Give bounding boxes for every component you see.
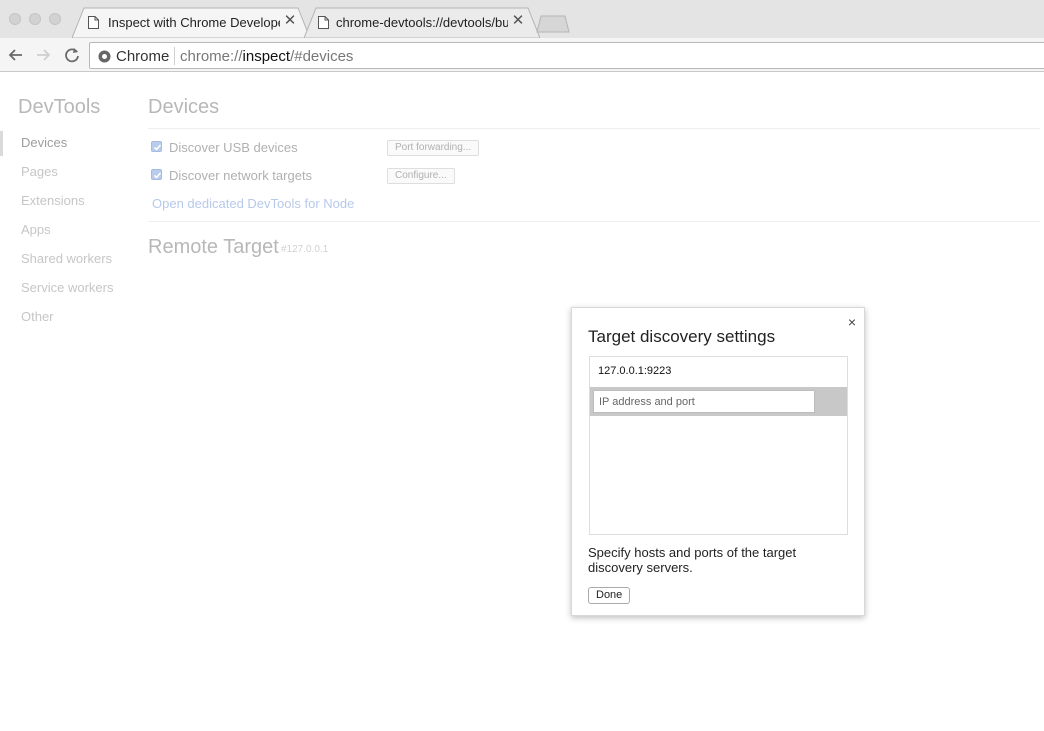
tab-close-icon[interactable]: ✕ — [282, 13, 298, 29]
help-text: Specify hosts and ports of the target di… — [588, 545, 797, 575]
node-devtools-link[interactable]: Open dedicated DevTools for Node — [152, 196, 354, 211]
target-list: 127.0.0.1:9223 — [589, 356, 848, 535]
page-title: Devices — [148, 96, 220, 118]
target-discovery-dialog: × Target discovery settings 127.0.0.1:92… — [571, 307, 865, 616]
toolbar: Chrome chrome://inspect/#devices — [0, 38, 1044, 72]
list-item[interactable]: 127.0.0.1:9223 — [598, 365, 671, 377]
url-path: /#devices — [290, 48, 354, 65]
sidebar-active-indicator — [0, 131, 3, 156]
sidebar-item-service-workers[interactable]: Service workers — [21, 280, 113, 295]
close-icon[interactable]: × — [845, 314, 859, 330]
omnibox[interactable]: Chrome chrome://inspect/#devices — [89, 42, 1044, 69]
url-host: inspect — [242, 48, 291, 65]
done-button[interactable]: Done — [588, 587, 631, 604]
remote-target-title: Remote Target — [148, 236, 279, 258]
omnibox-divider — [174, 47, 175, 65]
tab-title: chrome-devtools://devtools/bundled/inspe… — [336, 15, 508, 30]
divider — [148, 128, 1040, 129]
sidebar-item-other[interactable]: Other — [21, 309, 54, 324]
new-target-row — [590, 387, 847, 416]
checkmark-icon — [153, 172, 162, 179]
omnibox-chip: Chrome — [116, 48, 170, 65]
divider — [148, 221, 1040, 222]
sidebar-item-extensions[interactable]: Extensions — [21, 193, 85, 208]
usb-discovery-label: Discover USB devices — [169, 140, 298, 155]
document-icon — [88, 16, 99, 29]
omnibox-url[interactable]: chrome://inspect/#devices — [180, 48, 353, 65]
dialog-title: Target discovery settings — [588, 327, 776, 346]
sidebar-item-devices[interactable]: Devices — [21, 135, 67, 150]
sidebar-item-apps[interactable]: Apps — [21, 222, 51, 237]
remote-target-address: #127.0.0.1 — [281, 244, 329, 255]
sidebar-item-pages[interactable]: Pages — [21, 164, 58, 179]
reload-icon[interactable] — [62, 45, 82, 65]
sidebar-item-shared-workers[interactable]: Shared workers — [21, 251, 112, 266]
url-scheme: chrome:// — [180, 48, 243, 65]
document-icon — [318, 16, 329, 29]
tab-title: Inspect with Chrome Developer Tools — [108, 15, 280, 30]
port-forwarding-button[interactable]: Port forwarding... — [387, 140, 480, 156]
usb-discovery-checkbox[interactable] — [151, 141, 162, 152]
new-tab-button[interactable] — [536, 15, 570, 33]
tab-strip: Inspect with Chrome Developer Tools ✕ ch… — [0, 0, 1044, 38]
sidebar-title: DevTools — [18, 96, 101, 118]
checkmark-icon — [153, 144, 162, 151]
forward-arrow-icon[interactable] — [33, 45, 53, 65]
tab-inspect[interactable]: Inspect with Chrome Developer Tools ✕ — [72, 7, 310, 38]
chrome-icon — [98, 50, 111, 63]
tab-close-icon[interactable]: ✕ — [510, 13, 526, 29]
window-minimize-button[interactable] — [29, 13, 41, 25]
configure-button[interactable]: Configure... — [387, 168, 455, 184]
tab-devtools[interactable]: chrome-devtools://devtools/bundled/inspe… — [304, 7, 540, 38]
back-arrow-icon[interactable] — [6, 45, 26, 65]
window-close-button[interactable] — [9, 13, 21, 25]
window-zoom-button[interactable] — [49, 13, 61, 25]
inspect-page: DevTools Devices Pages Extensions Apps S… — [0, 72, 1044, 731]
network-discovery-checkbox[interactable] — [151, 169, 162, 180]
network-discovery-label: Discover network targets — [169, 168, 313, 183]
ip-port-input[interactable] — [593, 390, 815, 413]
